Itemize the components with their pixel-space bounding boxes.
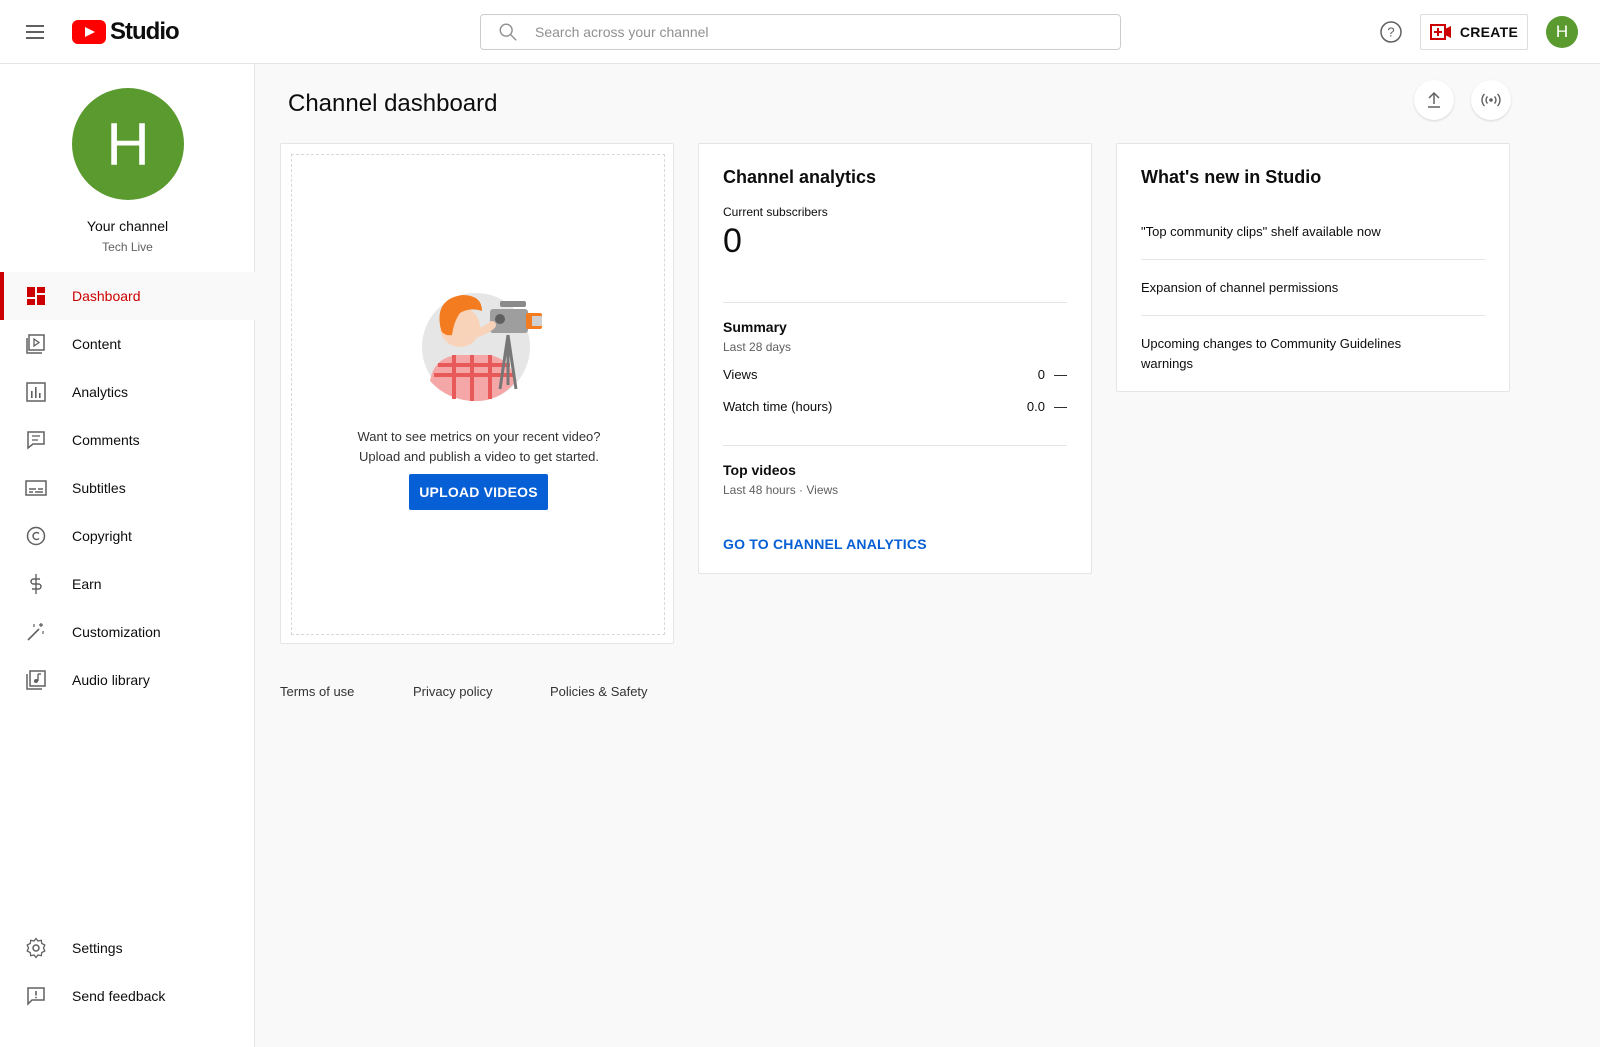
channel-analytics-card: Channel analytics Current subscribers 0 …: [698, 143, 1092, 574]
audio-library-icon: [24, 668, 48, 692]
sidebar: H Your channel Tech Live Dashboard Conte…: [0, 64, 255, 1047]
sidebar-item-customization[interactable]: Customization: [0, 608, 255, 656]
news-item[interactable]: "Top community clips" shelf available no…: [1141, 222, 1485, 242]
upload-icon: [1428, 91, 1440, 108]
upload-icon-button[interactable]: [1414, 80, 1454, 120]
metric-change: —: [1054, 399, 1067, 414]
upload-videos-button[interactable]: UPLOAD VIDEOS: [409, 474, 548, 510]
whats-new-card: What's new in Studio "Top community clip…: [1116, 143, 1510, 392]
channel-name: Tech Live: [102, 240, 153, 254]
dashboard-icon: [24, 284, 48, 308]
upload-dropzone: Want to see metrics on your recent video…: [291, 154, 665, 635]
divider: [1141, 259, 1485, 260]
news-item[interactable]: Upcoming changes to Community Guidelines…: [1141, 334, 1419, 374]
sidebar-item-label: Comments: [72, 432, 140, 448]
sidebar-item-settings[interactable]: Settings: [0, 924, 255, 972]
svg-text:?: ?: [1387, 25, 1394, 40]
sidebar-item-copyright[interactable]: Copyright: [0, 512, 255, 560]
upload-prompt-line1: Want to see metrics on your recent video…: [357, 429, 601, 444]
logo-text: Studio: [110, 18, 180, 45]
metric-row-watch-time: Watch time (hours) 0.0 —: [723, 399, 1067, 414]
search-input[interactable]: [535, 24, 1120, 40]
search-icon: [499, 23, 517, 41]
summary-period: Last 28 days: [723, 340, 792, 354]
privacy-policy-link[interactable]: Privacy policy: [413, 684, 492, 699]
sidebar-item-analytics[interactable]: Analytics: [0, 368, 255, 416]
channel-avatar[interactable]: H: [72, 88, 184, 200]
top-bar: Studio ? CREATE H: [0, 0, 1600, 64]
divider: [723, 445, 1067, 446]
earn-icon: [24, 572, 48, 596]
news-item[interactable]: Expansion of channel permissions: [1141, 278, 1485, 298]
whats-new-title: What's new in Studio: [1141, 167, 1322, 187]
live-broadcast-icon: [1481, 93, 1501, 107]
sidebar-item-subtitles[interactable]: Subtitles: [0, 464, 255, 512]
sidebar-item-label: Customization: [72, 624, 161, 640]
subscribers-label: Current subscribers: [723, 205, 828, 219]
copyright-icon: [24, 524, 48, 548]
sidebar-item-content[interactable]: Content: [0, 320, 255, 368]
help-icon[interactable]: ?: [1379, 20, 1403, 44]
sidebar-item-label: Analytics: [72, 384, 129, 400]
sidebar-item-send-feedback[interactable]: Send feedback: [0, 972, 255, 1020]
metric-value: 0.0: [1026, 399, 1045, 414]
sidebar-item-label: Copyright: [72, 528, 132, 544]
menu-icon[interactable]: [22, 20, 50, 44]
sidebar-bottom-nav: Settings Send feedback: [0, 924, 255, 1020]
create-label: CREATE: [1459, 24, 1519, 40]
terms-of-use-link[interactable]: Terms of use: [280, 684, 354, 699]
sidebar-item-comments[interactable]: Comments: [0, 416, 255, 464]
youtube-play-icon: [72, 20, 106, 44]
magic-wand-icon: [24, 620, 48, 644]
metric-row-views: Views 0 —: [723, 367, 1067, 382]
create-button[interactable]: CREATE: [1420, 14, 1528, 50]
top-videos-period: Last 48 hours · Views: [723, 483, 839, 497]
sidebar-item-label: Dashboard: [72, 288, 141, 304]
metric-value: 0: [1037, 367, 1045, 382]
upload-card: Want to see metrics on your recent video…: [280, 143, 674, 644]
go-live-button[interactable]: [1471, 80, 1511, 120]
top-videos-title: Top videos: [723, 462, 796, 478]
sidebar-item-audio-library[interactable]: Audio library: [0, 656, 255, 704]
analytics-card-title: Channel analytics: [723, 167, 877, 187]
sidebar-item-label: Send feedback: [72, 988, 166, 1004]
sidebar-item-label: Content: [72, 336, 122, 352]
metric-change: —: [1054, 367, 1067, 382]
sidebar-item-dashboard[interactable]: Dashboard: [0, 272, 255, 320]
search-bar[interactable]: [480, 14, 1121, 50]
divider: [1141, 315, 1485, 316]
subscribers-count: 0: [723, 222, 742, 260]
upload-prompt-line2: Upload and publish a video to get starte…: [359, 449, 599, 464]
divider: [723, 302, 1067, 303]
go-to-channel-analytics-link[interactable]: GO TO CHANNEL ANALYTICS: [723, 536, 927, 552]
sidebar-item-earn[interactable]: Earn: [0, 560, 255, 608]
comments-icon: [24, 428, 48, 452]
studio-logo[interactable]: Studio: [72, 18, 180, 46]
account-avatar[interactable]: H: [1546, 16, 1578, 48]
sidebar-item-label: Subtitles: [72, 480, 126, 496]
metric-label: Views: [723, 367, 758, 382]
sidebar-item-label: Earn: [72, 576, 102, 592]
policies-safety-link[interactable]: Policies & Safety: [550, 684, 648, 699]
summary-title: Summary: [723, 319, 787, 335]
settings-icon: [24, 936, 48, 960]
sidebar-item-label: Audio library: [72, 672, 150, 688]
upload-prompt: Want to see metrics on your recent video…: [292, 427, 666, 467]
analytics-icon: [24, 380, 48, 404]
content-icon: [24, 332, 48, 356]
metric-label: Watch time (hours): [723, 399, 833, 414]
subtitles-icon: [24, 476, 48, 500]
channel-title: Your channel: [86, 218, 169, 234]
feedback-icon: [24, 984, 48, 1008]
create-video-icon: [1429, 24, 1451, 40]
videographer-illustration: [422, 293, 542, 401]
sidebar-item-label: Settings: [72, 940, 123, 956]
sidebar-nav: Dashboard Content Analytics Comments Sub…: [0, 272, 255, 704]
page-title: Channel dashboard: [288, 90, 498, 117]
